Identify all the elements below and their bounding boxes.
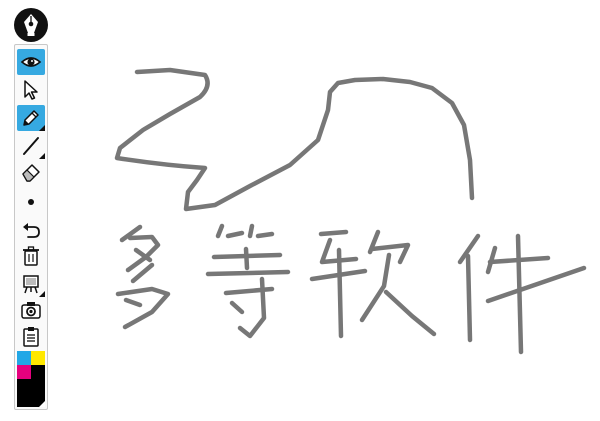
eye-icon [20, 57, 42, 67]
pen-nib-icon [24, 14, 38, 36]
tool-eraser[interactable] [17, 159, 45, 185]
tool-options-indicator [39, 125, 45, 131]
eraser-icon [22, 164, 40, 182]
trash-icon [23, 246, 39, 266]
tool-export[interactable] [17, 323, 45, 349]
handwriting-char-2 [205, 223, 291, 339]
tool-brush-size[interactable] [17, 189, 45, 215]
handwriting-char-4 [457, 233, 587, 355]
handwriting-char-3 [309, 229, 437, 339]
tool-clear[interactable] [17, 243, 45, 269]
tool-pencil[interactable] [17, 105, 45, 131]
toolbar [14, 44, 48, 410]
tool-snapshot[interactable] [17, 297, 45, 323]
scribble-stroke [114, 67, 475, 212]
clipboard-icon [23, 327, 39, 347]
handwriting-char-1 [115, 224, 171, 330]
color-palette[interactable] [17, 351, 45, 407]
drawing-canvas[interactable] [0, 0, 600, 421]
tool-background[interactable] [17, 271, 45, 297]
tool-view[interactable] [17, 49, 45, 75]
color-swatch-magenta[interactable] [17, 365, 31, 379]
tool-line[interactable] [17, 133, 45, 159]
cursor-arrow-icon [24, 80, 38, 100]
dot-icon [28, 199, 34, 205]
color-swatch-black[interactable] [31, 365, 45, 379]
tool-undo[interactable] [17, 217, 45, 243]
app-logo[interactable] [14, 8, 48, 42]
palette-options-indicator [39, 401, 45, 407]
color-swatch-cyan[interactable] [17, 351, 31, 365]
color-swatch-yellow[interactable] [31, 351, 45, 365]
camera-icon [21, 302, 41, 319]
tool-select[interactable] [17, 77, 45, 103]
undo-icon [23, 223, 40, 238]
